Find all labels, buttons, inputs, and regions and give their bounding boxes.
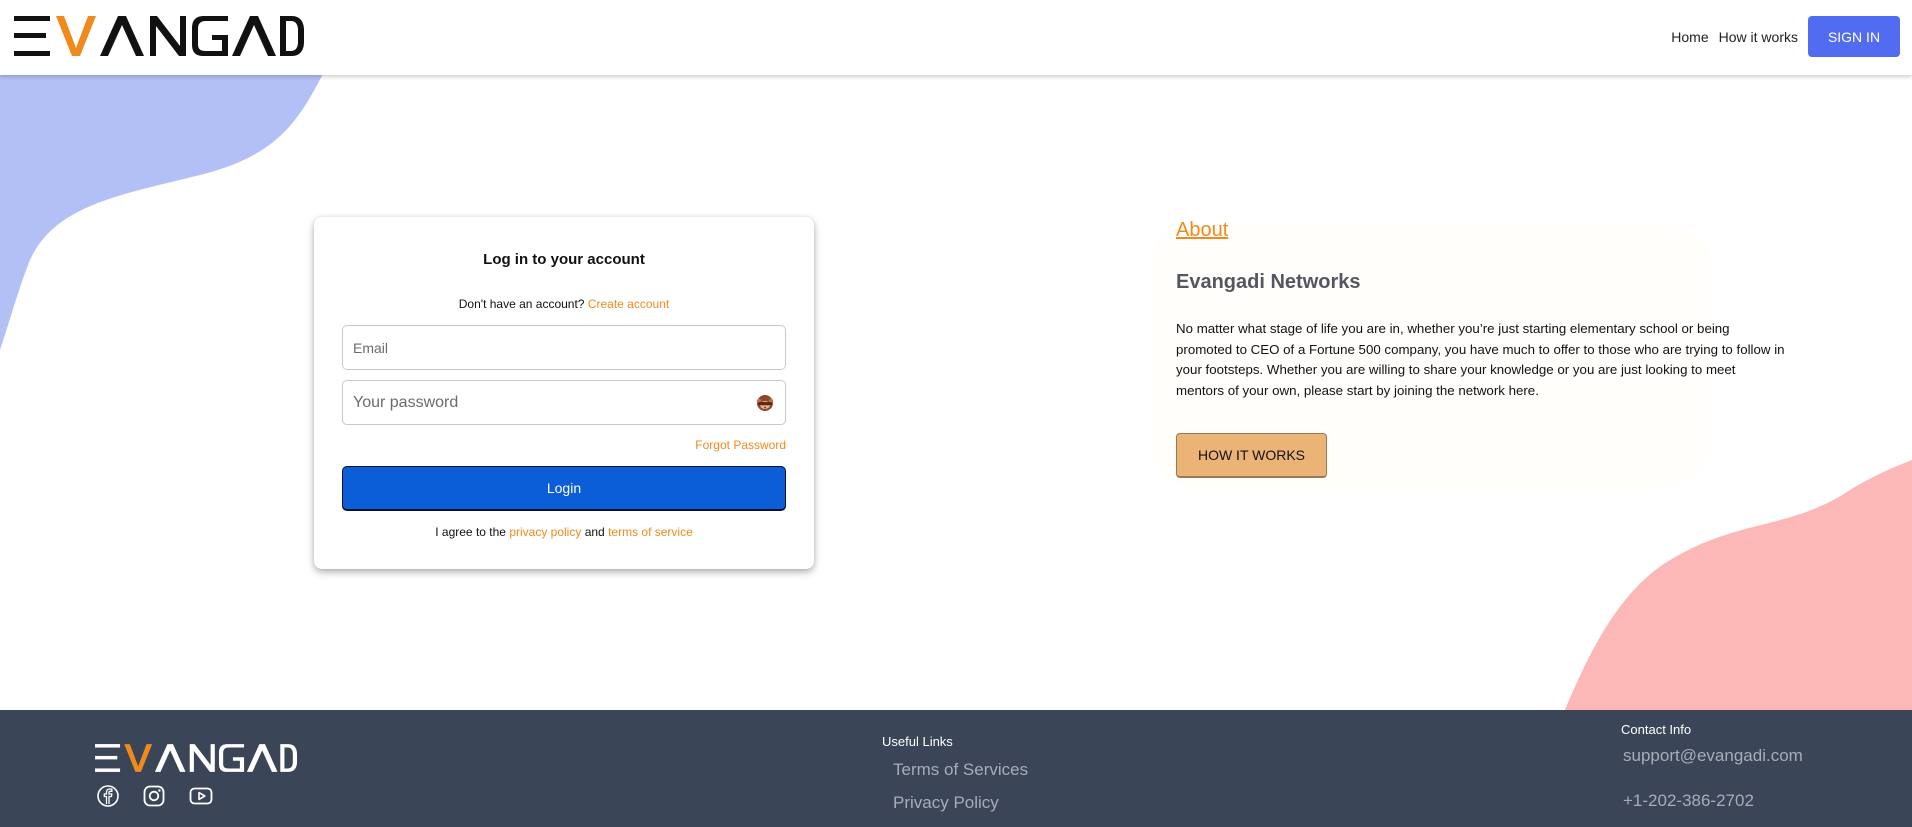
agreement-text: I agree to the privacy policy and terms … [314, 525, 814, 539]
pink-background-blob [1564, 460, 1912, 712]
privacy-policy-link[interactable]: privacy policy [509, 525, 581, 539]
forgot-password-link[interactable]: Forgot Password [695, 438, 786, 452]
password-field[interactable]: Your password [342, 380, 786, 425]
contact-email: support@evangadi.com [1623, 746, 1803, 765]
agree-prefix: I agree to the [435, 525, 506, 539]
youtube-icon[interactable] [188, 784, 214, 808]
footer-evangadi-logo[interactable] [95, 742, 297, 774]
sign-in-button[interactable]: SIGN IN [1808, 16, 1900, 57]
footer: Useful Links Terms of Services Privacy P… [0, 710, 1912, 827]
signup-prompt: Don't have an account? Create account [314, 297, 814, 311]
login-card: Log in to your account Don't have an acc… [314, 217, 814, 569]
about-link[interactable]: About [1176, 219, 1228, 242]
agree-and: and [584, 525, 605, 539]
footer-privacy-link[interactable]: Privacy Policy [893, 793, 999, 813]
about-description: No matter what stage of life you are in,… [1176, 321, 1785, 399]
how-it-works-button[interactable]: HOW IT WORKS [1176, 433, 1327, 478]
footer-terms-link[interactable]: Terms of Services [893, 760, 1028, 780]
terms-of-service-link[interactable]: terms of service [608, 525, 693, 539]
toggle-password-visibility-icon[interactable] [755, 393, 775, 413]
email-field[interactable]: Email [342, 325, 786, 370]
evangadi-logo[interactable] [14, 14, 304, 58]
header-nav: Home How it works SIGN IN [1671, 16, 1900, 57]
contact-info-title: Contact Info [1621, 722, 1692, 737]
top-navbar: Home How it works SIGN IN [0, 0, 1912, 75]
facebook-icon[interactable] [96, 784, 120, 808]
nav-home-link[interactable]: Home [1671, 29, 1708, 45]
email-placeholder: Email [353, 339, 389, 356]
instagram-icon[interactable] [142, 784, 166, 808]
about-heading: Evangadi Networks [1176, 271, 1361, 293]
no-account-text: Don't have an account? [458, 297, 585, 311]
useful-links-title: Useful Links [882, 734, 953, 749]
nav-how-it-works-link[interactable]: How it works [1719, 29, 1798, 45]
contact-phone: +1-202-386-2702 [1623, 791, 1754, 810]
login-button[interactable]: Login [342, 466, 786, 511]
login-title: Log in to your account [483, 251, 645, 268]
page: Home How it works SIGN IN Log in to your… [0, 0, 1912, 827]
blue-background-blob [0, 60, 330, 350]
password-placeholder: Your password [353, 393, 459, 411]
create-account-link[interactable]: Create account [588, 297, 669, 311]
social-links [96, 784, 214, 808]
